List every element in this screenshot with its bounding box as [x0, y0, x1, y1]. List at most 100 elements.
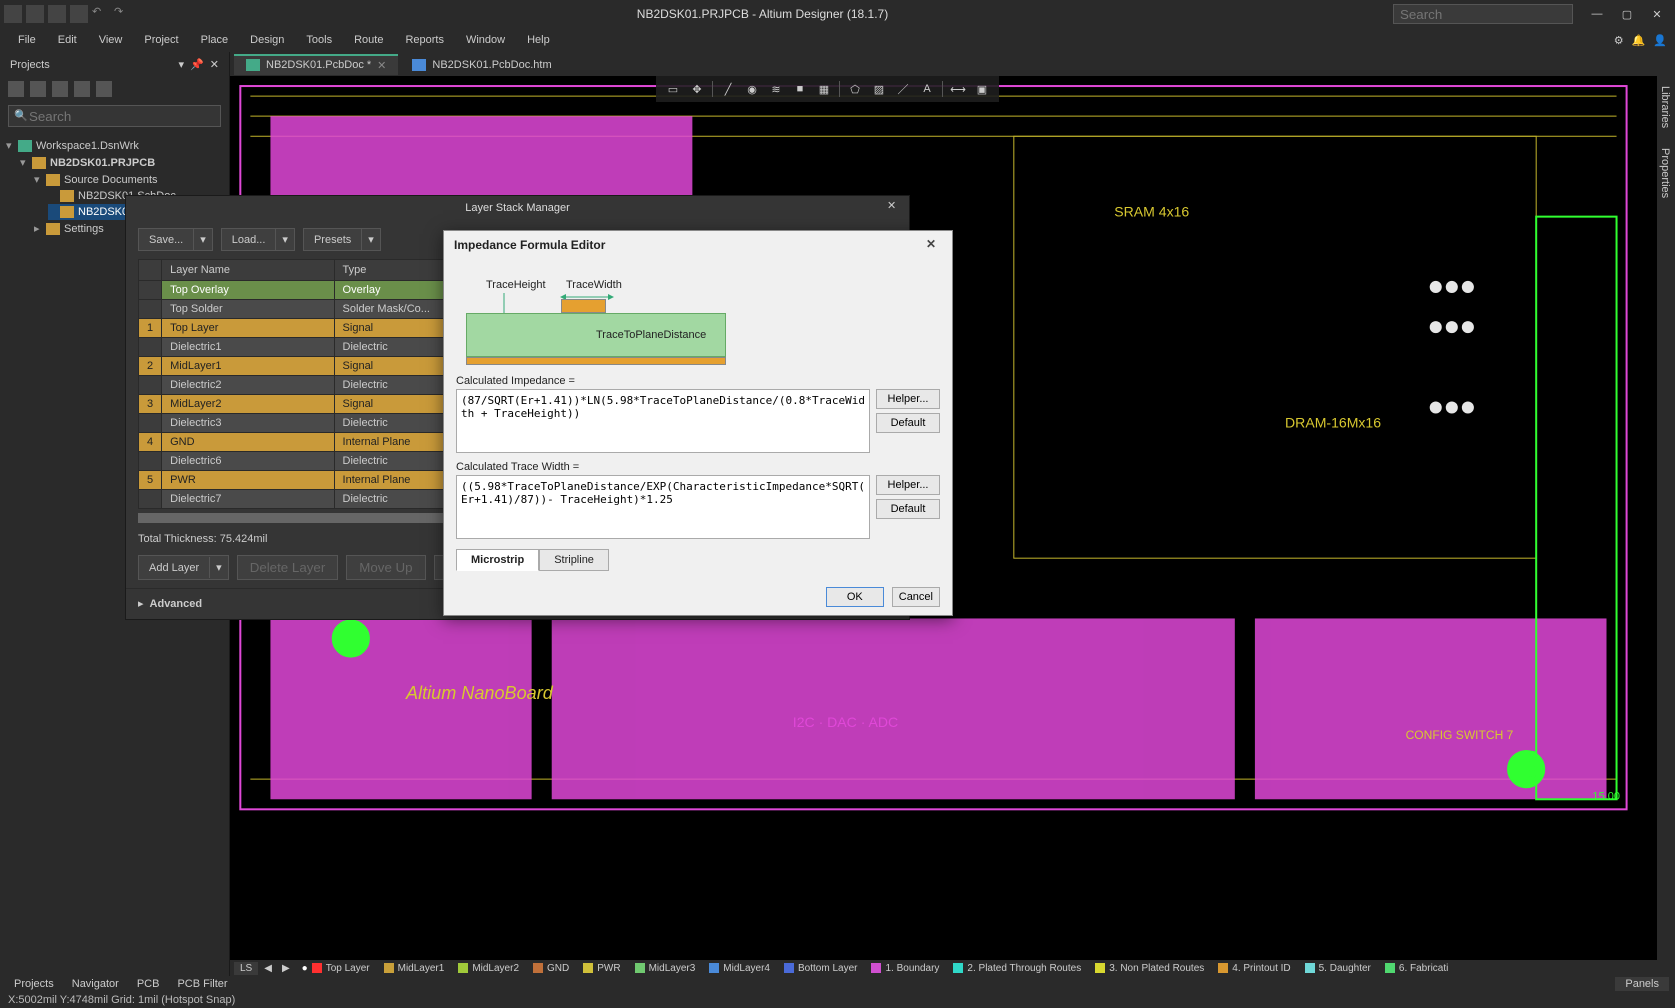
close-icon[interactable]: ✕: [887, 199, 903, 215]
layer-chip[interactable]: ●Top Layer: [296, 962, 376, 975]
default-button[interactable]: Default: [876, 413, 940, 433]
libraries-tab[interactable]: Libraries: [1657, 76, 1673, 138]
chevron-down-icon[interactable]: ▾: [179, 58, 185, 71]
col-layer-name[interactable]: Layer Name: [162, 260, 334, 281]
redo-icon[interactable]: ↷: [114, 5, 132, 23]
undo-icon[interactable]: ↶: [92, 5, 110, 23]
text-tool-icon[interactable]: A: [916, 78, 938, 100]
status-bar: X:5002mil Y:4748mil Grid: 1mil (Hotspot …: [0, 992, 1675, 1008]
close-button[interactable]: ✕: [1643, 4, 1671, 24]
navigator-tab[interactable]: Navigator: [64, 977, 127, 991]
menu-place[interactable]: Place: [191, 31, 239, 49]
ok-button[interactable]: OK: [826, 587, 884, 607]
menu-design[interactable]: Design: [240, 31, 294, 49]
menu-tools[interactable]: Tools: [296, 31, 342, 49]
chevron-left-icon[interactable]: ◀: [260, 963, 276, 974]
panels-button[interactable]: Panels: [1615, 977, 1669, 991]
maximize-button[interactable]: ▢: [1613, 4, 1641, 24]
doc-tab-htm[interactable]: NB2DSK01.PcbDoc.htm: [400, 54, 563, 74]
tracewidth-formula-input[interactable]: [456, 475, 870, 539]
menu-help[interactable]: Help: [517, 31, 560, 49]
layer-chip[interactable]: 2. Plated Through Routes: [947, 962, 1087, 975]
menu-route[interactable]: Route: [344, 31, 393, 49]
menu-project[interactable]: Project: [134, 31, 188, 49]
add-layer-button[interactable]: Add Layer▾: [138, 555, 229, 580]
user-icon[interactable]: 👤: [1653, 34, 1667, 47]
close-icon[interactable]: ✕: [926, 237, 942, 253]
folder-icon[interactable]: [30, 81, 46, 97]
titlebar-quick-icons: ↶ ↷: [4, 5, 132, 23]
layer-chip[interactable]: MidLayer3: [629, 962, 702, 975]
fill-tool-icon[interactable]: ▦: [813, 78, 835, 100]
projects-tab[interactable]: Projects: [6, 977, 62, 991]
chevron-right-icon[interactable]: ▶: [278, 963, 294, 974]
properties-tab[interactable]: Properties: [1657, 138, 1673, 208]
delete-layer-button[interactable]: Delete Layer: [237, 555, 339, 580]
pan-tool-icon[interactable]: ✥: [686, 78, 708, 100]
tree-project[interactable]: ▾NB2DSK01.PRJPCB: [20, 154, 223, 171]
close-icon[interactable]: ✕: [210, 58, 219, 71]
tree-source-docs[interactable]: ▾Source Documents: [34, 171, 223, 188]
chevron-down-icon: ▾: [193, 229, 212, 250]
layer-chip[interactable]: PWR: [577, 962, 626, 975]
presets-button[interactable]: Presets▾: [303, 228, 381, 251]
layer-chip[interactable]: Bottom Layer: [778, 962, 863, 975]
move-up-button[interactable]: Move Up: [346, 555, 425, 580]
layer-chip[interactable]: MidLayer4: [703, 962, 776, 975]
tree-workspace[interactable]: ▾Workspace1.DsnWrk: [6, 137, 223, 154]
line-tool-icon[interactable]: ／: [892, 78, 914, 100]
cancel-button[interactable]: Cancel: [892, 587, 940, 607]
pcb-tab[interactable]: PCB: [129, 977, 168, 991]
bell-icon[interactable]: 🔔: [1632, 34, 1646, 47]
default-button[interactable]: Default: [876, 499, 940, 519]
layer-chip[interactable]: MidLayer1: [378, 962, 451, 975]
layer-set-button[interactable]: LS: [234, 962, 258, 975]
pin-icon[interactable]: 📌: [190, 58, 204, 71]
layer-chip[interactable]: 6. Fabricati: [1379, 962, 1454, 975]
pad-tool-icon[interactable]: ■: [789, 78, 811, 100]
layer-chip[interactable]: GND: [527, 962, 575, 975]
load-button[interactable]: Load...▾: [221, 228, 295, 251]
new-doc-icon[interactable]: [8, 81, 24, 97]
layer-chip[interactable]: 3. Non Plated Routes: [1089, 962, 1210, 975]
save-all-icon[interactable]: [48, 5, 66, 23]
polygon-tool-icon[interactable]: ⬠: [844, 78, 866, 100]
doc-tab-pcb[interactable]: NB2DSK01.PcbDoc * ✕: [234, 54, 398, 75]
layer-chip[interactable]: 1. Boundary: [865, 962, 945, 975]
settings-icon[interactable]: [96, 81, 112, 97]
menu-window[interactable]: Window: [456, 31, 515, 49]
projects-panel-header: Projects ▾ 📌 ✕: [0, 52, 229, 77]
component-tool-icon[interactable]: ▣: [971, 78, 993, 100]
minimize-button[interactable]: —: [1583, 4, 1611, 24]
helper-button[interactable]: Helper...: [876, 475, 940, 495]
layer-chip[interactable]: 4. Printout ID: [1212, 962, 1296, 975]
via-tool-icon[interactable]: ◉: [741, 78, 763, 100]
menu-edit[interactable]: Edit: [48, 31, 87, 49]
compile-icon[interactable]: [74, 81, 90, 97]
tab-stripline[interactable]: Stripline: [539, 549, 609, 571]
layer-chip[interactable]: 5. Daughter: [1299, 962, 1377, 975]
track-tool-icon[interactable]: ╱: [717, 78, 739, 100]
diff-pair-icon[interactable]: ≋: [765, 78, 787, 100]
layer-chip[interactable]: MidLayer2: [452, 962, 525, 975]
menu-reports[interactable]: Reports: [395, 31, 454, 49]
menu-view[interactable]: View: [89, 31, 133, 49]
impedance-formula-input[interactable]: [456, 389, 870, 453]
close-icon[interactable]: ✕: [377, 59, 386, 72]
ife-title: Impedance Formula Editor ✕: [444, 231, 952, 259]
projects-search-input[interactable]: [8, 105, 221, 127]
menu-file[interactable]: File: [8, 31, 46, 49]
save-button[interactable]: Save...▾: [138, 228, 213, 251]
tab-microstrip[interactable]: Microstrip: [456, 549, 539, 571]
global-search-input[interactable]: [1393, 4, 1573, 24]
pcb-filter-tab[interactable]: PCB Filter: [169, 977, 235, 991]
helper-button[interactable]: Helper...: [876, 389, 940, 409]
gear-icon[interactable]: ⚙: [1614, 34, 1624, 47]
select-tool-icon[interactable]: ▭: [662, 78, 684, 100]
keepout-tool-icon[interactable]: ▨: [868, 78, 890, 100]
dimension-tool-icon[interactable]: ⟷: [947, 78, 969, 100]
save-icon[interactable]: [26, 5, 44, 23]
open-folder-icon[interactable]: [52, 81, 68, 97]
open-icon[interactable]: [70, 5, 88, 23]
tree-label: Settings: [64, 223, 104, 235]
